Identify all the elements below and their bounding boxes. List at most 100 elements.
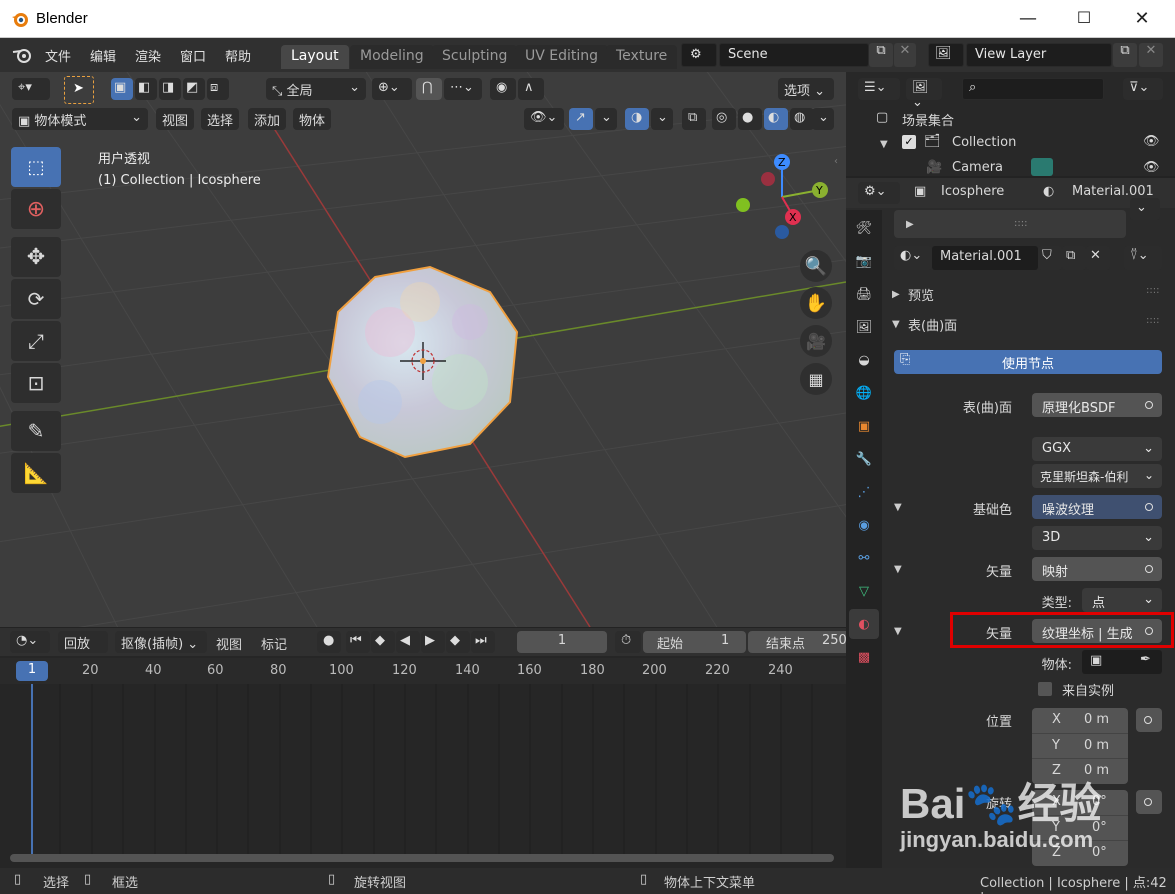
dimensions-dropdown[interactable]: 3D ⌄ <box>1032 526 1162 550</box>
panel-preview[interactable]: 预览 <box>908 285 934 304</box>
preview-range-toggle[interactable]: ⏱ <box>615 631 641 653</box>
outliner-search-input[interactable]: ⌕ <box>962 78 1104 100</box>
sidebar-toggle-icon[interactable]: ‹ <box>834 156 838 167</box>
blender-menu-icon[interactable] <box>12 46 32 64</box>
tab-texture[interactable]: Texture <box>606 45 678 69</box>
tab-world[interactable]: 🌐 <box>849 378 879 408</box>
overlay-toggle[interactable]: ◑ <box>625 108 649 130</box>
outliner-item-camera[interactable]: Camera <box>952 160 1003 175</box>
rotation-socket[interactable] <box>1136 790 1162 814</box>
minimize-button[interactable]: — <box>1016 8 1040 29</box>
view-menu[interactable]: 视图 <box>156 108 195 130</box>
drag-handle-icon[interactable]: :::: <box>1146 315 1159 326</box>
tab-output[interactable]: 🖨 <box>849 279 879 309</box>
expand-preview-icon[interactable]: ▶ <box>892 289 900 300</box>
mode-dropdown[interactable]: ▣ 物体模式 ⌄ <box>12 108 148 130</box>
collection-checkbox[interactable]: ✓ <box>902 135 916 149</box>
select-new-icon[interactable]: ▣ <box>111 78 133 100</box>
options-dropdown[interactable]: 选项 ⌄ <box>778 78 834 100</box>
eyedropper-icon[interactable]: ✒ <box>1140 652 1151 667</box>
play-reverse-icon[interactable]: ◀ <box>396 631 420 653</box>
collapse-base-color-icon[interactable]: ▼ <box>894 502 902 513</box>
from-instance-checkbox[interactable] <box>1038 682 1052 696</box>
subsurface-method-dropdown[interactable]: 克里斯坦森-伯利 ⌄ <box>1032 464 1162 488</box>
collapse-vector-icon[interactable]: ▼ <box>894 564 902 575</box>
timeline-scrollbar[interactable] <box>10 854 834 862</box>
playback-dropdown[interactable]: 回放 ⌄ <box>58 631 108 667</box>
tab-texture[interactable]: ▩ <box>849 642 879 672</box>
pan-button[interactable]: ✋ <box>800 287 832 319</box>
menu-render[interactable]: 渲染 <box>135 46 161 65</box>
filter-dropdown[interactable]: ⊽⌄ <box>1123 78 1163 100</box>
annotate-tool[interactable]: ✎ <box>11 411 61 451</box>
base-color-field[interactable]: 噪波纹理 <box>1032 495 1162 519</box>
tab-material[interactable]: ◐ <box>849 609 879 639</box>
outliner-editor-type[interactable]: ☰⌄ <box>858 78 900 100</box>
object-picker-field[interactable]: ▣ ✒ <box>1082 650 1162 674</box>
location-x-field[interactable]: X 0 m <box>1032 708 1128 732</box>
keying-dropdown[interactable]: 抠像(插帧) ⌄ <box>115 631 207 653</box>
delete-scene-button[interactable]: ✕ <box>894 43 916 67</box>
timeline-view-menu[interactable]: 视图 <box>216 634 242 653</box>
tab-sculpting[interactable]: Sculpting <box>432 45 518 69</box>
collapse-vector-icon[interactable]: ▼ <box>894 626 902 637</box>
overlay-dropdown[interactable]: ⌄ <box>651 108 673 130</box>
scale-tool[interactable]: ⤢ <box>11 321 61 361</box>
shading-dropdown[interactable]: ⌄ <box>812 108 834 130</box>
editor-type-button[interactable]: ⌖▾ <box>12 78 50 100</box>
eye-icon[interactable]: 👁 <box>1143 160 1160 175</box>
add-menu[interactable]: 添加 <box>248 108 287 130</box>
playhead-frame[interactable]: 1 <box>16 661 48 681</box>
view-layer-name-field[interactable]: View Layer <box>966 43 1112 67</box>
drag-handle-icon[interactable]: :::: <box>1014 218 1027 229</box>
material-name-field[interactable]: Material.001 <box>932 246 1038 270</box>
material-options-dropdown[interactable]: ⍢⌄ <box>1124 246 1162 270</box>
tab-render[interactable]: 📷 <box>849 246 879 276</box>
rendered-shading-icon[interactable]: ◍ <box>790 108 814 130</box>
vector-mapping-field[interactable]: 映射 <box>1032 557 1162 581</box>
jump-end-icon[interactable]: ⏭ <box>471 631 495 653</box>
tab-tool[interactable]: 🛠 <box>849 213 879 243</box>
close-button[interactable]: ✕ <box>1130 8 1154 29</box>
visibility-dropdown[interactable]: 👁⌄ <box>524 108 564 130</box>
tab-data[interactable]: ▽ <box>849 576 879 606</box>
snap-toggle[interactable]: ⋂ <box>416 78 442 100</box>
jump-start-icon[interactable]: ⏮ <box>346 631 370 653</box>
camera-view-button[interactable]: 🎥 <box>800 325 832 357</box>
timeline-editor-type[interactable]: ◔⌄ <box>10 631 50 653</box>
location-y-field[interactable]: Y 0 m <box>1032 733 1128 757</box>
tab-physics[interactable]: ◉ <box>849 510 879 540</box>
display-mode-dropdown[interactable]: 🖼⌄ <box>906 78 942 110</box>
object-menu[interactable]: 物体 <box>293 108 332 130</box>
perspective-toggle-button[interactable]: ▦ <box>800 363 832 395</box>
outliner-item-collection[interactable]: Collection <box>952 135 1016 150</box>
slot-dropdown[interactable]: ⌄ <box>1130 198 1160 220</box>
measure-tool[interactable]: 📐 <box>11 453 61 493</box>
solid-shading-icon[interactable]: ● <box>738 108 762 130</box>
mapping-type-dropdown[interactable]: 点 ⌄ <box>1082 588 1162 612</box>
menu-file[interactable]: 文件 <box>45 46 71 65</box>
tab-constraints[interactable]: ⚯ <box>849 543 879 573</box>
current-frame-field[interactable]: 1 <box>517 631 607 653</box>
select-menu[interactable]: 选择 <box>201 108 240 130</box>
gizmo-toggle[interactable]: ↗ <box>569 108 593 130</box>
tab-view-layer[interactable]: 🖼 <box>849 312 879 342</box>
surface-shader-field[interactable]: 原理化BSDF <box>1032 393 1162 417</box>
move-tool[interactable]: ✥ <box>11 237 61 277</box>
menu-help[interactable]: 帮助 <box>225 46 251 65</box>
3d-viewport[interactable]: ⌖▾ ➤ ▣ ◧ ◨ ◩ ⧈ ⤡ 全局 ⌄ ⊕⌄ ⋂ ⋯⌄ ◉ ∧ 选项 ⌄ ▣ … <box>0 72 846 627</box>
scene-selector-button[interactable]: ⚙ <box>681 43 717 67</box>
falloff-dropdown[interactable]: ∧ <box>518 78 544 100</box>
delete-view-layer-button[interactable]: ✕ <box>1139 43 1163 67</box>
select-invert-icon[interactable]: ◩ <box>183 78 205 100</box>
new-view-layer-button[interactable]: ⧉ <box>1113 43 1137 67</box>
select-extend-icon[interactable]: ◧ <box>135 78 157 100</box>
tab-modifiers[interactable]: 🔧 <box>849 444 879 474</box>
location-socket[interactable] <box>1136 708 1162 732</box>
timeline-marker-menu[interactable]: 标记 <box>261 634 287 653</box>
fake-user-button[interactable]: ⛉ <box>1038 246 1062 270</box>
material-shading-icon[interactable]: ◐ <box>764 108 788 130</box>
expand-collection-icon[interactable]: ▼ <box>880 139 888 150</box>
tab-object[interactable]: ▣ <box>849 411 879 441</box>
scene-name-field[interactable]: Scene <box>719 43 869 67</box>
